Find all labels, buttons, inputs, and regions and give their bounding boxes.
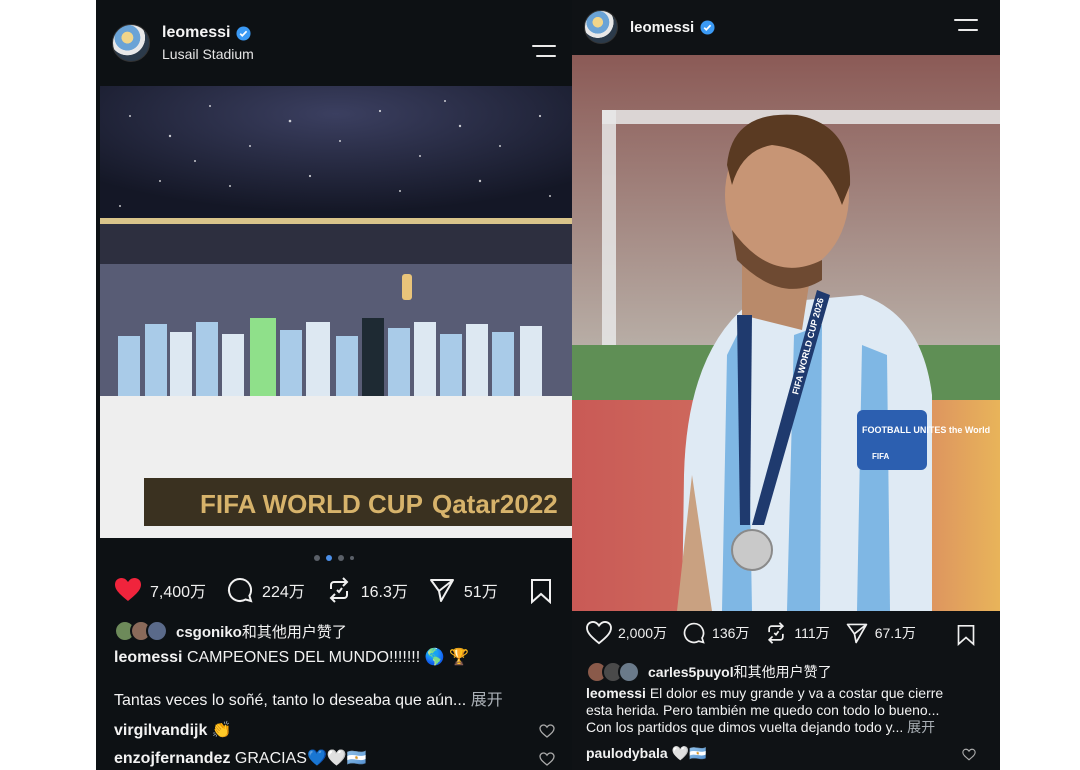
comment-text: 🤍🇦🇷: [671, 745, 707, 761]
liked-avatars: [586, 661, 640, 683]
share-action[interactable]: 67.1万: [845, 621, 916, 645]
caption-line-2: Tantas veces lo soñé, tanto lo deseaba q…: [114, 690, 554, 712]
caption-text-2: Tantas veces lo soñé, tanto lo deseaba q…: [114, 692, 467, 709]
bookmark-icon[interactable]: [529, 578, 553, 604]
like-action[interactable]: 7,400万: [114, 577, 206, 603]
carousel-dot-active: [326, 555, 332, 561]
carousel-dots: [96, 555, 572, 561]
comment-like-icon[interactable]: [539, 724, 555, 738]
share-count[interactable]: 51万: [464, 578, 498, 602]
verified-badge-icon: [700, 19, 715, 35]
comment-icon[interactable]: [226, 576, 254, 604]
share-count[interactable]: 67.1万: [875, 623, 916, 643]
post-photo[interactable]: FIFA WORLD CUP 2026 FOOTBALL UNITES the …: [572, 55, 1000, 611]
liked-by-suffix: 和其他用户赞了: [241, 623, 347, 641]
right-margin: [1000, 0, 1080, 770]
celebration-image: FIFA WORLD CUP Qatar2022: [100, 86, 572, 538]
post-photo[interactable]: FIFA WORLD CUP Qatar2022: [100, 86, 572, 538]
liked-by-user[interactable]: carles5puyol: [648, 664, 734, 680]
comment-like-icon[interactable]: [962, 748, 976, 761]
liked-by-row[interactable]: carles5puyol和其他用户赞了: [586, 661, 832, 683]
share-icon[interactable]: [845, 621, 869, 645]
name-row: leomessi: [630, 19, 715, 36]
comment-item: paulodybala 🤍🇦🇷: [586, 745, 706, 762]
comment-count[interactable]: 136万: [712, 623, 749, 643]
comment-text: 👏: [211, 722, 232, 739]
like-count[interactable]: 7,400万: [150, 578, 206, 602]
messi-portrait-image: FIFA WORLD CUP 2026 FOOTBALL UNITES the …: [572, 55, 1000, 611]
caption-line-1: leomessi El dolor es muy grande y va a c…: [586, 685, 990, 702]
caption-line-2: esta herida. Pero también me quedo con t…: [586, 702, 940, 718]
bookmark-icon[interactable]: [956, 624, 976, 646]
comment-count[interactable]: 224万: [262, 578, 305, 602]
caption-text: CAMPEONES DEL MUNDO!!!!!!! 🌎 🏆: [186, 649, 469, 666]
mini-avatar: [618, 661, 640, 683]
comment-item: enzojfernandez GRACIAS💙🤍🇦🇷: [114, 748, 367, 768]
verified-badge-icon: [236, 25, 252, 41]
action-bar: 2,000万 136万 111万 67.1万: [586, 621, 931, 645]
post-header: leomessi Lusail Stadium: [96, 0, 572, 86]
repost-icon[interactable]: [764, 621, 788, 645]
user-block: leomessi: [630, 19, 715, 36]
username[interactable]: leomessi: [162, 24, 230, 42]
caption-line-3: Con los partidos que dimos vuelta dejand…: [586, 719, 990, 736]
repost-action[interactable]: 16.3万: [325, 576, 408, 604]
repost-icon[interactable]: [325, 576, 353, 604]
banner-text: FIFA WORLD CUP: [200, 489, 423, 519]
comment-username[interactable]: enzojfernandez: [114, 750, 230, 767]
heart-filled-icon[interactable]: [114, 577, 142, 603]
heart-outline-icon[interactable]: [586, 621, 612, 645]
menu-icon[interactable]: [532, 45, 556, 57]
expand-link[interactable]: 展开: [471, 692, 503, 709]
caption: leomessi CAMPEONES DEL MUNDO!!!!!!! 🌎 🏆 …: [114, 647, 554, 712]
repost-count[interactable]: 16.3万: [361, 578, 408, 602]
comment-text: GRACIAS💙🤍🇦🇷: [234, 750, 367, 767]
caption: leomessi El dolor es muy grande y va a c…: [586, 685, 990, 736]
user-block: leomessi Lusail Stadium: [162, 24, 254, 62]
carousel-dot: [314, 555, 320, 561]
caption-username[interactable]: leomessi: [586, 685, 646, 701]
armband-text: FOOTBALL UNITES the World: [862, 425, 990, 435]
armband-sub: FIFA: [872, 452, 890, 461]
comment-action[interactable]: 224万: [226, 576, 305, 604]
avatar[interactable]: [584, 10, 618, 44]
liked-by-suffix: 和其他用户赞了: [733, 664, 832, 680]
carousel-dot: [338, 555, 344, 561]
name-row: leomessi: [162, 24, 254, 42]
comment-like-icon[interactable]: [539, 752, 555, 766]
mini-avatar: [146, 620, 168, 642]
comment-username[interactable]: virgilvandijk: [114, 722, 207, 739]
avatar[interactable]: [112, 24, 150, 62]
liked-by-text: carles5puyol和其他用户赞了: [648, 662, 832, 682]
banner-text-qatar: Qatar2022: [432, 489, 558, 519]
expand-link[interactable]: 展开: [907, 719, 935, 735]
caption-text-3: Con los partidos que dimos vuelta dejand…: [586, 719, 904, 735]
comment-action[interactable]: 136万: [682, 621, 749, 645]
post-left: leomessi Lusail Stadium FIFA WORLD CUP Q…: [96, 0, 572, 770]
liked-by-text: csgoniko和其他用户赞了: [176, 621, 347, 642]
location-label[interactable]: Lusail Stadium: [162, 46, 254, 62]
repost-count[interactable]: 111万: [794, 623, 829, 643]
post-header: leomessi: [572, 0, 1000, 54]
caption-line-1: leomessi CAMPEONES DEL MUNDO!!!!!!! 🌎 🏆: [114, 647, 554, 669]
action-bar: 7,400万 224万 16.3万 51万: [114, 576, 518, 604]
repost-action[interactable]: 111万: [764, 621, 830, 645]
liked-by-user[interactable]: csgoniko: [176, 624, 242, 641]
menu-icon[interactable]: [954, 19, 978, 31]
carousel-dot: [350, 556, 354, 560]
liked-avatars: [114, 620, 168, 642]
comment-item: virgilvandijk 👏: [114, 720, 232, 740]
share-action[interactable]: 51万: [428, 576, 498, 604]
caption-username[interactable]: leomessi: [114, 649, 182, 666]
comment-username[interactable]: paulodybala: [586, 745, 668, 761]
like-action[interactable]: 2,000万: [586, 621, 667, 645]
liked-by-row[interactable]: csgoniko和其他用户赞了: [114, 620, 347, 642]
post-right: leomessi FIFA WORLD CUP 2026 FOOTBALL UN…: [572, 0, 1000, 770]
like-count[interactable]: 2,000万: [618, 623, 667, 643]
left-margin: [0, 0, 96, 770]
username[interactable]: leomessi: [630, 19, 694, 36]
share-icon[interactable]: [428, 576, 456, 604]
comment-icon[interactable]: [682, 621, 706, 645]
caption-text-1: El dolor es muy grande y va a costar que…: [649, 685, 944, 701]
